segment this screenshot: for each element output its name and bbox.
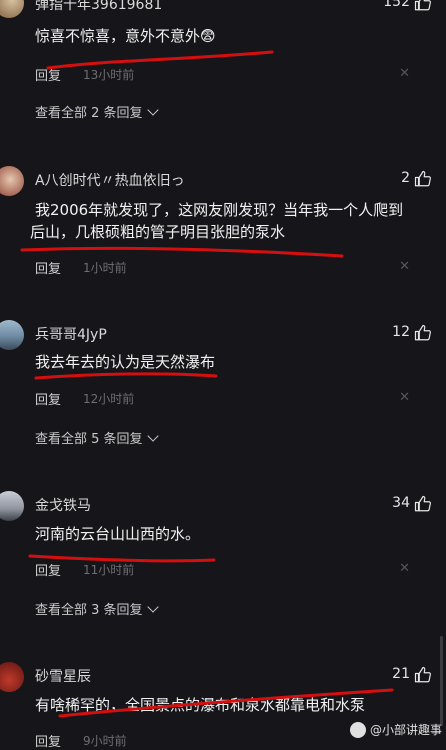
view-replies-button[interactable]: 查看全部 3 条回复 [35, 599, 159, 618]
comment-author[interactable]: A八创时代〃热血依旧っ [35, 170, 185, 190]
comment-time: 1小时前 [83, 261, 127, 275]
close-icon[interactable]: ✕ [399, 390, 410, 405]
reply-button[interactable]: 回复 [35, 731, 61, 750]
comment-author[interactable]: 砂雪星辰 [35, 666, 91, 686]
reply-button[interactable]: 回复 [35, 560, 61, 579]
comment-text-line-2: 后山，几根硕粗的管子明目张胆的泵水 [30, 223, 286, 241]
avatar[interactable] [0, 0, 24, 18]
comment-author[interactable]: 金戈铁马 [35, 495, 91, 515]
comment-text: 河南的云台山山西的水。 [35, 525, 201, 543]
watermark: @小部讲趣事 [349, 721, 442, 738]
like-count: 152 [383, 0, 410, 10]
comment-time: 9小时前 [83, 734, 127, 748]
close-icon[interactable]: ✕ [399, 66, 410, 81]
annotation-underline [46, 50, 274, 70]
avatar[interactable] [0, 166, 24, 196]
view-replies-label: 查看全部 3 条回复 [35, 603, 143, 618]
close-icon[interactable]: ✕ [399, 259, 410, 274]
comment-time: 13小时前 [83, 68, 135, 82]
thumbs-up-icon[interactable] [414, 0, 432, 12]
comment-text: 惊喜不惊喜，意外不意外😨 [35, 27, 216, 45]
thumbs-up-icon[interactable] [414, 324, 432, 342]
avatar[interactable] [0, 320, 24, 350]
comment-text: 有啥稀罕的，全国景点的瀑布和泉水都靠电和水泵 [35, 696, 366, 714]
annotation-underline [20, 246, 344, 258]
comment-text: 我去年去的认为是天然瀑布 [35, 353, 216, 371]
like-count: 34 [392, 495, 410, 511]
view-replies-label: 查看全部 2 条回复 [35, 106, 143, 121]
like-count: 12 [392, 324, 410, 340]
avatar[interactable] [0, 662, 24, 692]
view-replies-label: 查看全部 5 条回复 [35, 432, 143, 447]
view-replies-button[interactable]: 查看全部 2 条回复 [35, 102, 159, 121]
like-count: 2 [401, 170, 410, 186]
close-icon[interactable]: ✕ [399, 561, 410, 576]
brand-icon [349, 721, 366, 738]
avatar[interactable] [0, 491, 24, 521]
comment-time: 12小时前 [83, 392, 135, 406]
chevron-down-icon [146, 601, 159, 613]
scrollbar[interactable] [440, 636, 443, 726]
comment-author[interactable]: 弹指十年39619681 [35, 0, 162, 14]
reply-button[interactable]: 回复 [35, 258, 61, 277]
reply-button[interactable]: 回复 [35, 65, 61, 84]
reply-button[interactable]: 回复 [35, 389, 61, 408]
comment-time: 11小时前 [83, 563, 135, 577]
view-replies-button[interactable]: 查看全部 5 条回复 [35, 428, 159, 447]
watermark-label: @小部讲趣事 [369, 723, 442, 737]
like-count: 21 [392, 666, 410, 682]
chevron-down-icon [146, 104, 159, 116]
thumbs-up-icon[interactable] [414, 495, 432, 513]
thumbs-up-icon[interactable] [414, 170, 432, 188]
comment-author[interactable]: 兵哥哥4JyP [35, 324, 107, 344]
chevron-down-icon [146, 430, 159, 442]
thumbs-up-icon[interactable] [414, 666, 432, 684]
